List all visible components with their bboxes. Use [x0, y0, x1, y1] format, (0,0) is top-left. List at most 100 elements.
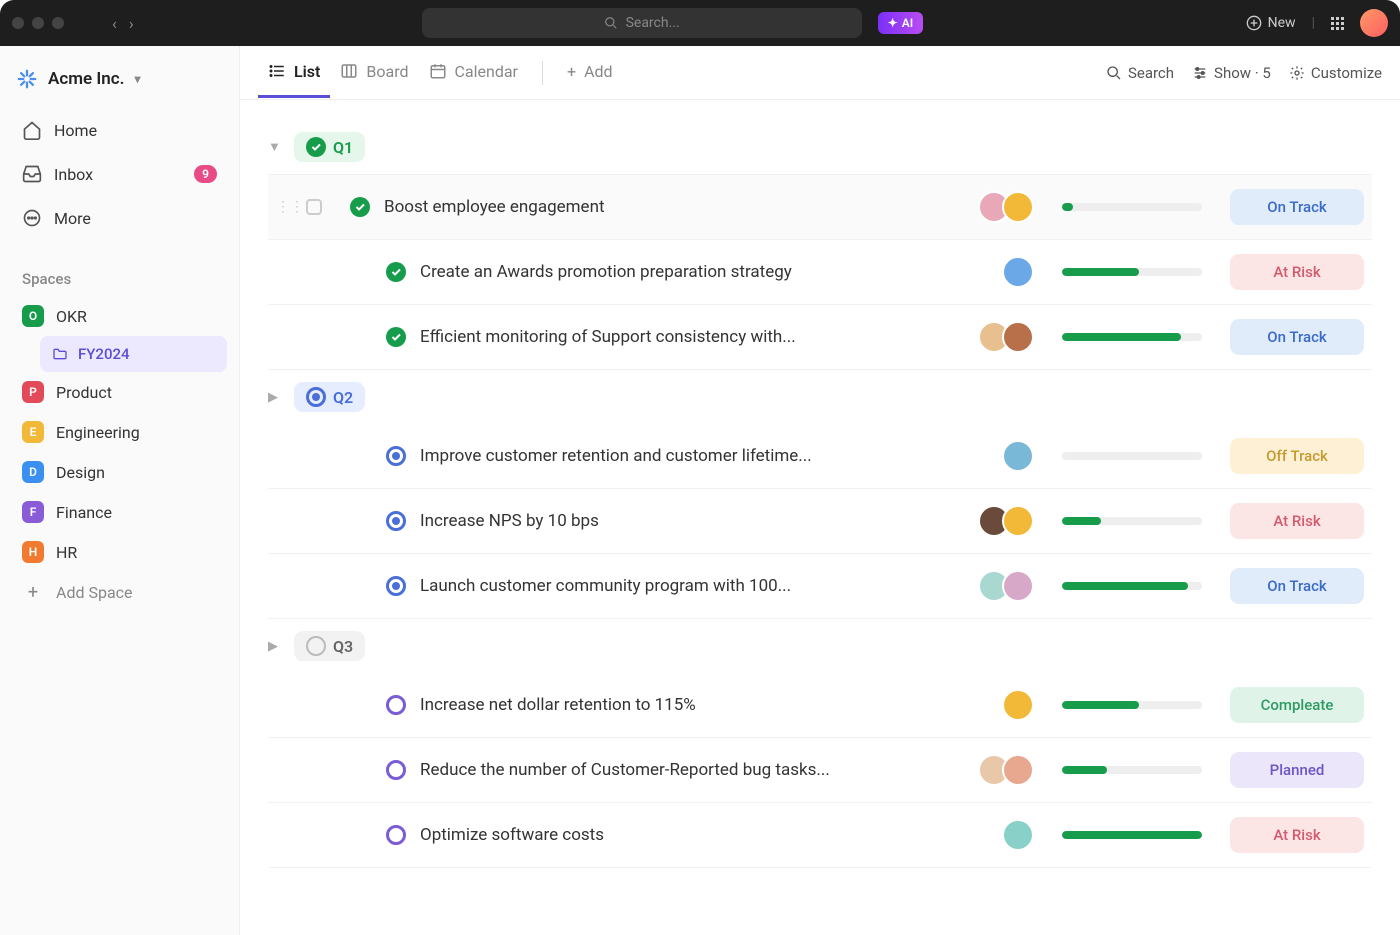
task-row[interactable]: ⋮⋮ Increase NPS by 10 bps At Risk	[268, 489, 1372, 554]
task-row[interactable]: ⋮⋮ Optimize software costs At Risk	[268, 803, 1372, 868]
space-label: Finance	[56, 503, 112, 522]
space-icon: H	[22, 541, 44, 563]
chevron-right-icon[interactable]: ▶	[268, 390, 284, 405]
search-button[interactable]: Search	[1106, 64, 1174, 82]
status-badge[interactable]: On Track	[1230, 189, 1364, 225]
group-chip[interactable]: Q2	[294, 382, 365, 412]
status-badge[interactable]: At Risk	[1230, 817, 1364, 853]
show-button[interactable]: Show · 5	[1192, 64, 1271, 82]
status-done-icon	[306, 137, 326, 157]
assignee-avatar[interactable]	[1002, 321, 1034, 353]
assignees	[978, 570, 1034, 602]
customize-button[interactable]: Customize	[1289, 64, 1382, 82]
status-badge[interactable]: At Risk	[1230, 503, 1364, 539]
search-icon	[604, 16, 618, 30]
space-icon: F	[22, 501, 44, 523]
assignee-avatar[interactable]	[1002, 819, 1034, 851]
progress-bar	[1062, 766, 1202, 774]
group-chip[interactable]: Q3	[294, 631, 365, 661]
search-icon	[1106, 65, 1122, 81]
global-search[interactable]: Search...	[422, 8, 862, 38]
assignees	[1002, 819, 1034, 851]
assignee-avatar[interactable]	[1002, 689, 1034, 721]
progress-bar	[1062, 203, 1202, 211]
forward-button[interactable]: ›	[129, 14, 134, 33]
status-done-icon	[350, 197, 370, 217]
new-button[interactable]: New	[1246, 15, 1296, 31]
assignee-avatar[interactable]	[1002, 505, 1034, 537]
task-row[interactable]: ⋮⋮ Boost employee engagement On Track	[268, 174, 1372, 240]
assignee-avatar[interactable]	[1002, 440, 1034, 472]
close-window-icon[interactable]	[12, 17, 24, 29]
maximize-window-icon[interactable]	[52, 17, 64, 29]
task-row[interactable]: ⋮⋮ Improve customer retention and custom…	[268, 424, 1372, 489]
task-title: Improve customer retention and customer …	[420, 446, 988, 466]
group-header-q1[interactable]: ▼ Q1	[268, 120, 1372, 174]
task-title: Reduce the number of Customer-Reported b…	[420, 760, 964, 780]
space-item-product[interactable]: PProduct	[12, 372, 227, 412]
workspace-switcher[interactable]: Acme Inc. ▾	[12, 62, 227, 110]
task-row[interactable]: ⋮⋮ Create an Awards promotion preparatio…	[268, 240, 1372, 305]
status-badge[interactable]: Off Track	[1230, 438, 1364, 474]
task-title: Create an Awards promotion preparation s…	[420, 262, 988, 282]
status-badge[interactable]: On Track	[1230, 568, 1364, 604]
plus-circle-icon	[1246, 15, 1262, 31]
assignees	[1002, 440, 1034, 472]
task-row[interactable]: ⋮⋮ Efficient monitoring of Support consi…	[268, 305, 1372, 370]
space-child-fy2024[interactable]: FY2024	[40, 336, 227, 372]
assignee-avatar[interactable]	[1002, 191, 1034, 223]
tab-calendar[interactable]: Calendar	[419, 48, 528, 98]
workspace-logo-icon	[16, 68, 38, 90]
checkbox[interactable]	[306, 199, 322, 215]
assignee-avatar[interactable]	[1002, 256, 1034, 288]
tab-list[interactable]: List	[258, 48, 330, 98]
add-view-button[interactable]: + Add	[557, 48, 623, 98]
space-item-engineering[interactable]: EEngineering	[12, 412, 227, 452]
back-button[interactable]: ‹	[112, 14, 117, 33]
traffic-lights	[12, 17, 64, 29]
chevron-down-icon[interactable]: ▼	[268, 139, 284, 155]
group-chip[interactable]: Q1	[294, 132, 365, 162]
more-icon	[22, 208, 42, 228]
add-space-button[interactable]: + Add Space	[12, 572, 227, 613]
space-label: OKR	[56, 307, 87, 326]
nav-item-inbox[interactable]: Inbox9	[12, 154, 227, 194]
status-badge[interactable]: Planned	[1230, 752, 1364, 788]
chevron-down-icon: ▾	[134, 72, 140, 86]
chevron-right-icon[interactable]: ▶	[268, 639, 284, 654]
status-open-icon	[386, 760, 406, 780]
space-item-finance[interactable]: F Finance	[12, 492, 227, 532]
drag-handle-icon[interactable]: ⋮⋮	[276, 199, 292, 215]
progress-bar	[1062, 701, 1202, 709]
ai-button[interactable]: ✦ AI	[878, 12, 924, 34]
sidebar: Acme Inc. ▾ HomeInbox9More Spaces OOKRFY…	[0, 46, 240, 935]
space-label: Engineering	[56, 423, 140, 442]
board-icon	[340, 62, 358, 80]
minimize-window-icon[interactable]	[32, 17, 44, 29]
apps-grid-icon[interactable]	[1331, 17, 1344, 30]
nav-item-home[interactable]: Home	[12, 110, 227, 150]
plus-icon: +	[567, 62, 576, 81]
nav-label: More	[54, 209, 91, 228]
user-avatar[interactable]	[1360, 9, 1388, 37]
nav-item-more[interactable]: More	[12, 198, 227, 238]
group-header-q2[interactable]: ▶ Q2	[268, 370, 1372, 424]
task-row[interactable]: ⋮⋮ Reduce the number of Customer-Reporte…	[268, 738, 1372, 803]
nav-label: Home	[54, 121, 97, 140]
task-list: ▼ Q1 ⋮⋮ Boost employee engagement On Trac…	[240, 100, 1400, 935]
space-item-hr[interactable]: HHR	[12, 532, 227, 572]
status-badge[interactable]: At Risk	[1230, 254, 1364, 290]
space-item-okr[interactable]: OOKR	[12, 296, 227, 336]
assignee-avatar[interactable]	[1002, 570, 1034, 602]
status-badge[interactable]: On Track	[1230, 319, 1364, 355]
tab-label: Calendar	[455, 62, 518, 81]
status-progress-icon	[306, 387, 326, 407]
search-placeholder: Search...	[626, 15, 680, 31]
space-item-design[interactable]: DDesign	[12, 452, 227, 492]
assignee-avatar[interactable]	[1002, 754, 1034, 786]
tab-board[interactable]: Board	[330, 48, 418, 98]
task-row[interactable]: ⋮⋮ Increase net dollar retention to 115%…	[268, 673, 1372, 738]
status-badge[interactable]: Compleate	[1230, 687, 1364, 723]
task-row[interactable]: ⋮⋮ Launch customer community program wit…	[268, 554, 1372, 619]
group-header-q3[interactable]: ▶ Q3	[268, 619, 1372, 673]
